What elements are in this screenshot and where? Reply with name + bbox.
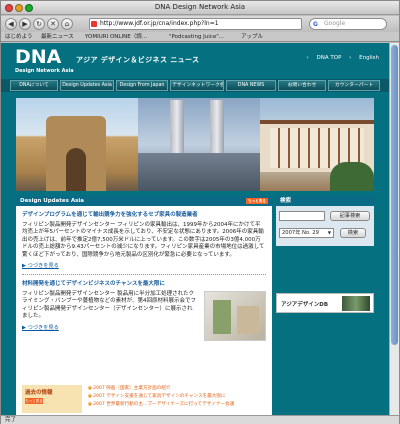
issue-select[interactable]: 2007年 No. 29 [279, 228, 334, 238]
bookmark-item[interactable]: 最新ニュース [41, 32, 74, 42]
db-banner-label: アジアデザインDB [281, 302, 329, 308]
search-button[interactable]: 検索 [340, 228, 366, 238]
keyword-input[interactable] [279, 211, 325, 221]
gateway-photo [16, 98, 138, 191]
bookmark-item[interactable]: アップル [241, 32, 263, 42]
section-title: Design Updates Asia [20, 198, 84, 204]
search-section-title: 検索 [276, 196, 374, 206]
reload-button[interactable]: ↻ [33, 18, 45, 30]
read-more-label: つづきを見る [27, 263, 59, 270]
nav-about[interactable]: DNAについて [10, 80, 58, 91]
past-item[interactable]: 2007 世界最新行動の主…ブーデザイナーズに打ってデザイナー会議 [88, 400, 268, 408]
past-info-list: 2007 映画（国家）主業方計画の紹介 2007 デザイン支援を通じて家具デザイ… [88, 384, 268, 408]
bookmark-item[interactable]: はじめよう [5, 32, 33, 42]
title-bar: DNA Design Network Asia [1, 1, 399, 15]
article-1: デザインプログラムを通じて輸出競争力を強化するセブ家具の製造業者 フィリピン製品… [16, 206, 272, 269]
article-2: 材料開発を通じてデザインビジネスのチャンスを最大限に フィリピン製品開発デザイン… [16, 275, 272, 342]
past-info-box: 過去の情報 もっと見る [22, 385, 82, 413]
towers-photo [138, 98, 260, 191]
read-more-label: つづきを見る [27, 324, 59, 331]
page-viewport: DNA Design Network Asia アジア デザイン＆ビジネス ニュ… [1, 43, 389, 415]
article-title[interactable]: デザインプログラムを通じて輸出競争力を強化するセブ家具の製造業者 [22, 210, 266, 218]
article-thumbnail [204, 291, 266, 342]
article-body: フィリピン製品開発デザインセンター 製品用に半分加工処理されたクライミング・バン… [22, 291, 197, 320]
main-nav: DNAについて Design Updates Asia Design From … [1, 79, 389, 92]
past-info-title: 過去の情報 [25, 390, 53, 396]
window-title: DNA Design Network Asia [154, 3, 246, 11]
nav-dna-news[interactable]: DNA NEWS [226, 80, 276, 91]
more-button[interactable]: もっと見る [246, 198, 268, 204]
back-button[interactable]: ◀ [5, 18, 17, 30]
bookmark-item[interactable]: YOMIURI ONLINE（読... [85, 32, 147, 42]
article-search-button[interactable]: 記事検索 [330, 211, 370, 221]
nav-design-updates[interactable]: Design Updates Asia [60, 80, 114, 91]
main-content: Design Updates Asia もっと見る デザインプログラムを通じて輸… [16, 196, 272, 415]
google-search-icon: G [313, 21, 318, 28]
past-item[interactable]: 2007 デザイン支援を通じて家具デザインのチャンスを最大限に [88, 392, 268, 400]
bookmarks-bar: はじめよう 最新ニュース YOMIURI ONLINE（読... "Podcas… [1, 32, 399, 42]
favicon-icon [91, 21, 97, 27]
bookmark-item[interactable]: "Podcasting Juice"... [169, 32, 224, 42]
site-logo[interactable]: DNA [15, 46, 61, 68]
home-button[interactable]: ⌂ [61, 18, 73, 30]
dna-top-label: DNA TOP [316, 55, 342, 61]
forward-button[interactable]: ▶ [19, 18, 31, 30]
past-more-button[interactable]: もっと見る [25, 398, 43, 404]
address-bar[interactable]: http://www.jdf.or.jp/cna/index.php?ln=1 [89, 18, 302, 30]
english-link[interactable]: › English [349, 55, 379, 61]
logo-subtitle: Design Network Asia [15, 68, 74, 74]
nav-contact[interactable]: お問い合わせ [278, 80, 326, 91]
read-more-link[interactable]: ▶ つづきを見る [22, 262, 266, 269]
sidebar: 検索 記事検索 2007年 No. 29 検索 アジアデザインDB [276, 196, 374, 415]
vertical-scrollbar[interactable] [389, 43, 399, 415]
search-field[interactable]: Google [309, 18, 387, 30]
db-banner-image [342, 296, 370, 311]
english-label: English [359, 55, 379, 61]
top-links: › DNA TOP › English [301, 55, 379, 61]
search-box: 記事検索 2007年 No. 29 検索 [276, 206, 374, 246]
site-tagline: アジア デザイン＆ビジネス ニュース [76, 56, 200, 64]
stop-button[interactable]: ✕ [47, 18, 59, 30]
nav-design-from-japan[interactable]: Design From Japan [116, 80, 168, 91]
site-header: DNA Design Network Asia アジア デザイン＆ビジネス ニュ… [1, 43, 389, 95]
browser-toolbar: ◀ ▶ ↻ ✕ ⌂ http://www.jdf.or.jp/cna/index… [1, 16, 399, 32]
article-title[interactable]: 材料開発を通じてデザインビジネスのチャンスを最大限に [22, 279, 266, 287]
past-item[interactable]: 2007 映画（国家）主業方計画の紹介 [88, 384, 268, 392]
street-photo [260, 98, 374, 191]
status-bar: 完了 [1, 415, 399, 424]
past-info: 過去の情報 もっと見る 2007 映画（国家）主業方計画の紹介 2007 デザイ… [16, 382, 272, 415]
scroll-thumb[interactable] [391, 45, 398, 345]
asia-design-db-banner[interactable]: アジアデザインDB [276, 293, 374, 313]
nav-counterpart[interactable]: カウンターパート [328, 80, 380, 91]
browser-window: DNA Design Network Asia ◀ ▶ ↻ ✕ ⌂ http:/… [0, 0, 400, 424]
article-body: フィリピン製品開発デザインセンター フィリピンの家具輸出は、1999年から200… [22, 222, 265, 258]
dna-top-link[interactable]: › DNA TOP [307, 55, 342, 61]
section-header: Design Updates Asia もっと見る [16, 196, 272, 206]
nav-network-conference[interactable]: デザインネットワーク会議 [170, 80, 224, 91]
hero-photos [16, 98, 374, 191]
